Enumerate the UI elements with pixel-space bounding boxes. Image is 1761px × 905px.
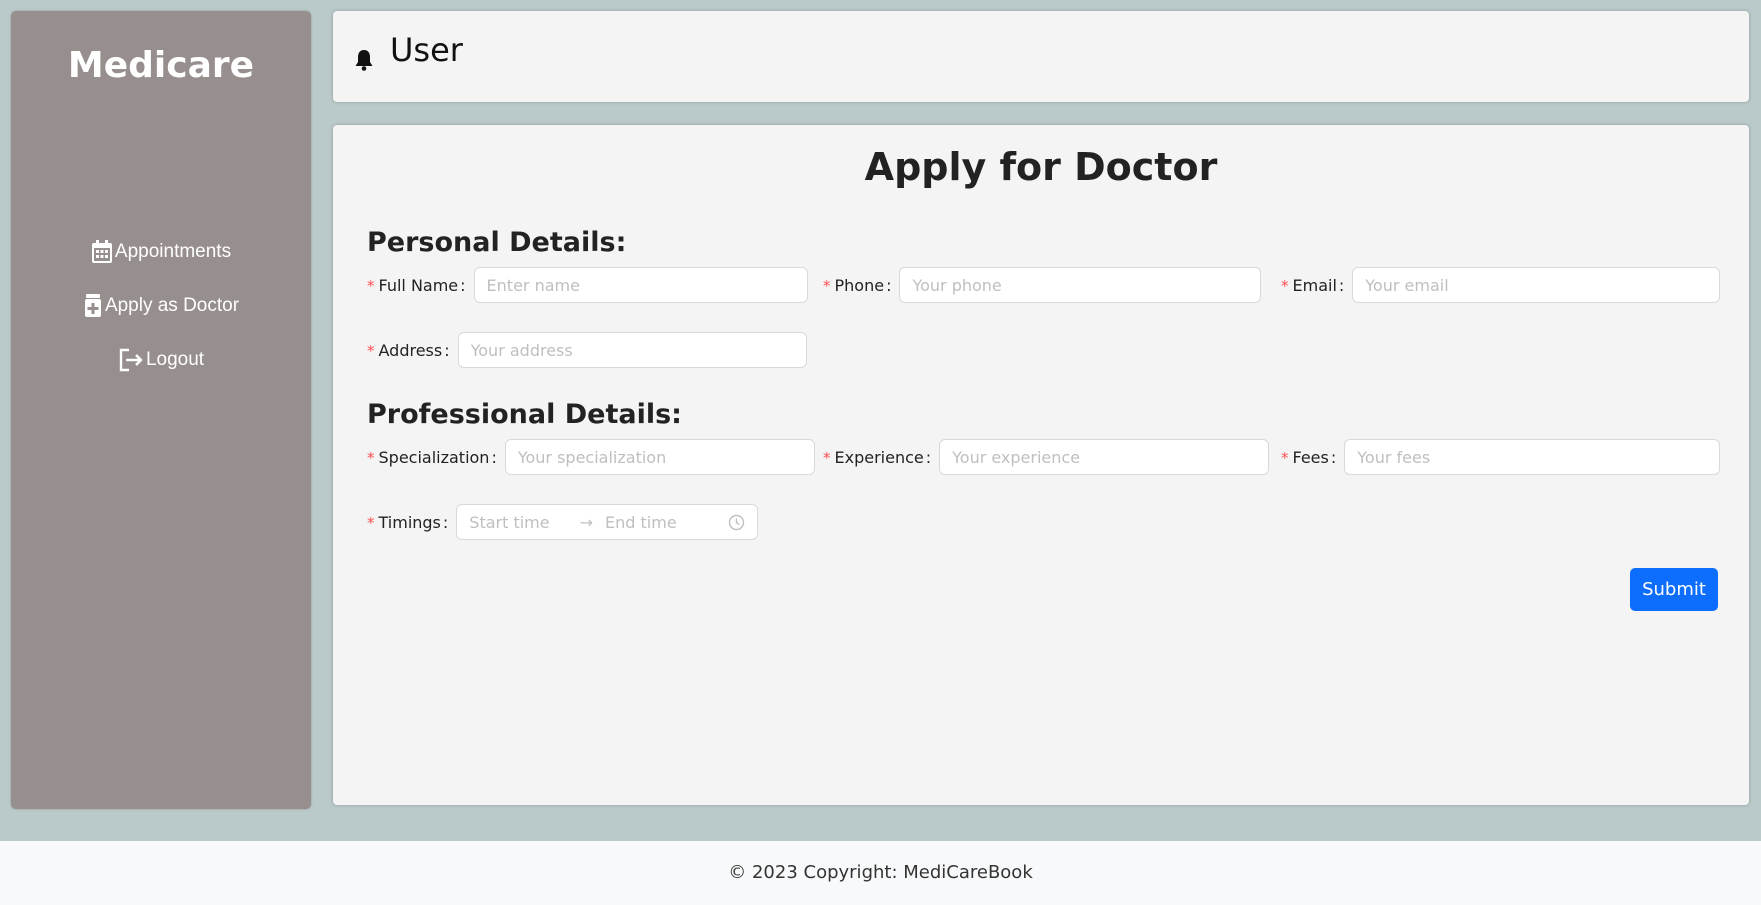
address-label: * Address:: [367, 340, 450, 360]
user-name[interactable]: User: [390, 31, 463, 69]
specialization-input[interactable]: [504, 439, 815, 475]
medical-file-icon: [84, 294, 101, 317]
copyright-text: © 2023 Copyright: MediCareBook: [728, 862, 1033, 883]
range-arrow-icon: →: [579, 512, 594, 532]
end-time-input[interactable]: End time: [605, 513, 677, 532]
phone-label: * Phone:: [823, 275, 892, 295]
sidebar-item-label: Apply as Doctor: [104, 295, 240, 316]
page-title: Apply for Doctor: [864, 145, 1218, 189]
specialization-label: * Specialization:: [367, 447, 497, 467]
fees-label: * Fees:: [1281, 447, 1337, 467]
sidebar-item-label: Appointments: [114, 241, 232, 262]
clock-icon[interactable]: [728, 514, 745, 531]
experience-input[interactable]: [939, 439, 1270, 475]
address-field: * Address:: [367, 332, 807, 368]
full-name-input[interactable]: [473, 267, 808, 303]
sidebar-item-logout[interactable]: Logout: [11, 333, 311, 387]
email-input[interactable]: [1352, 267, 1721, 303]
experience-field: * Experience:: [823, 439, 1270, 475]
calendar-icon: [91, 240, 112, 263]
sidebar: Medicare Appointments Apply as Doctor Lo…: [11, 11, 311, 809]
phone-input[interactable]: [899, 267, 1262, 303]
professional-details-title: Professional Details:: [367, 399, 682, 430]
address-input[interactable]: [457, 332, 807, 368]
sidebar-item-appointments[interactable]: Appointments: [11, 225, 311, 279]
email-field: * Email:: [1281, 267, 1721, 303]
timings-field: * Timings: Start time → End time: [367, 504, 759, 540]
phone-field: * Phone:: [823, 267, 1262, 303]
experience-label: * Experience:: [823, 447, 932, 467]
brand-logo: Medicare: [67, 45, 255, 86]
fees-field: * Fees:: [1281, 439, 1721, 475]
apply-doctor-panel: Apply for Doctor Personal Details: * Full…: [333, 125, 1749, 805]
bell-icon[interactable]: [354, 49, 374, 71]
top-header: User: [333, 11, 1749, 102]
start-time-input[interactable]: Start time: [469, 513, 549, 532]
full-name-label: * Full Name:: [367, 275, 466, 295]
specialization-field: * Specialization:: [367, 439, 815, 475]
timings-label: * Timings:: [367, 512, 449, 532]
email-label: * Email:: [1281, 275, 1345, 295]
submit-button[interactable]: Submit: [1630, 568, 1718, 611]
personal-details-title: Personal Details:: [367, 227, 627, 258]
sidebar-item-label: Logout: [145, 349, 205, 370]
fees-input[interactable]: [1344, 439, 1721, 475]
footer: © 2023 Copyright: MediCareBook: [0, 841, 1761, 905]
sidebar-item-apply-doctor[interactable]: Apply as Doctor: [11, 279, 311, 333]
full-name-field: * Full Name:: [367, 267, 808, 303]
timings-range-picker[interactable]: Start time → End time: [456, 504, 759, 540]
logout-icon: [119, 348, 143, 372]
sidebar-menu: Appointments Apply as Doctor Logout: [11, 225, 311, 387]
